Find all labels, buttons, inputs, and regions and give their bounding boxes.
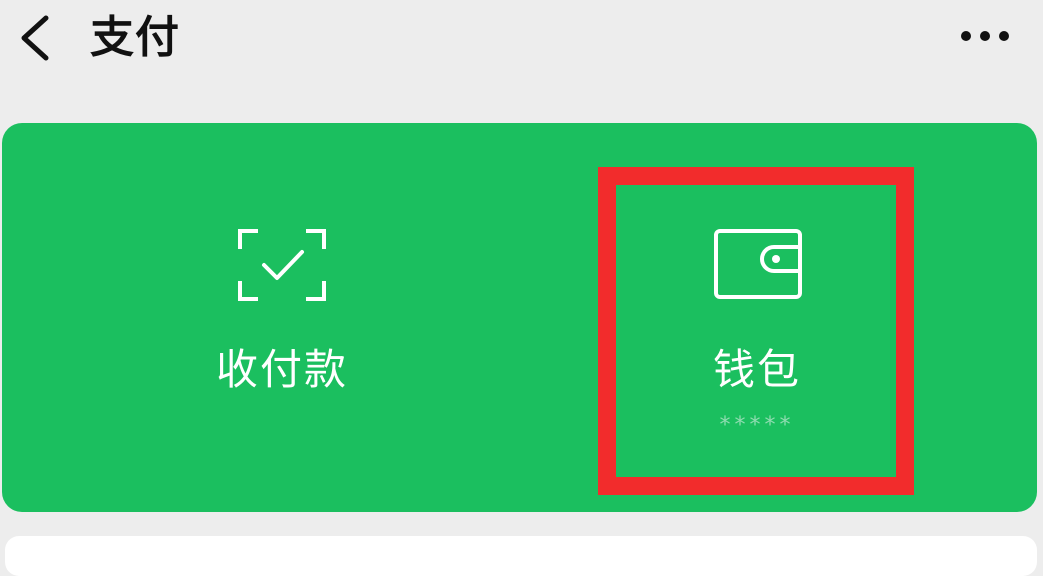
- scan-check-icon: [238, 229, 326, 301]
- chevron-left-icon: [21, 15, 49, 61]
- page-title: 支付: [90, 12, 180, 63]
- wallet-icon: [714, 229, 802, 299]
- wallet-label: 钱包: [712, 345, 801, 394]
- receive-payment-button[interactable]: 收付款: [162, 213, 402, 413]
- wallet-button[interactable]: 钱包 *****: [632, 213, 882, 463]
- back-button[interactable]: [10, 8, 62, 68]
- receive-payment-label: 收付款: [215, 345, 348, 394]
- more-horizontal-icon: [961, 31, 1009, 41]
- more-options-button[interactable]: [950, 12, 1020, 60]
- wallet-balance-masked: *****: [719, 413, 795, 438]
- next-section-card: [5, 536, 1037, 576]
- top-navigation-bar: 支付: [0, 0, 1043, 90]
- pay-card: 收付款 钱包 *****: [2, 123, 1037, 512]
